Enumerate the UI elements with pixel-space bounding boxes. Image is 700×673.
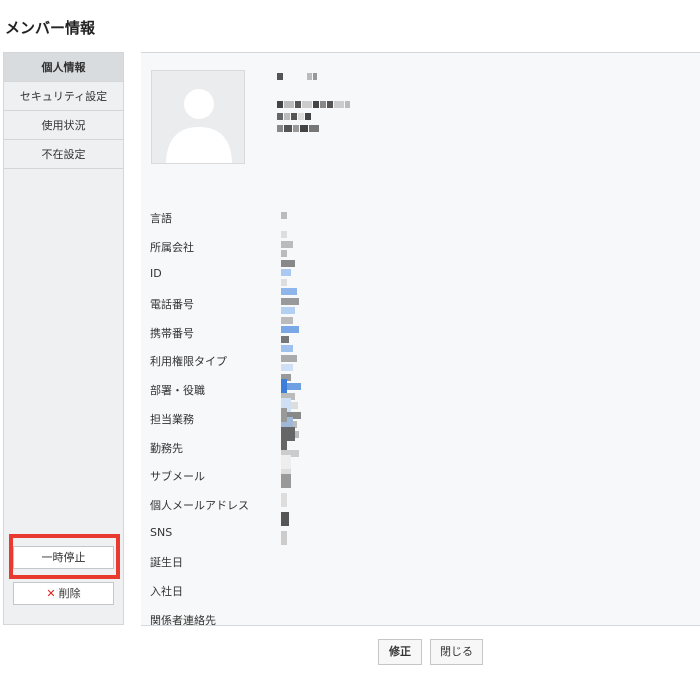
field-label: 担当業務 xyxy=(150,412,194,426)
close-icon: ✕ xyxy=(46,587,56,600)
field-label: 利用権限タイプ xyxy=(150,355,227,369)
sidebar-item-personal-info[interactable]: 個人情報 xyxy=(4,53,123,82)
sidebar-item-usage-status[interactable]: 使用状況 xyxy=(4,111,123,140)
field-label: ID xyxy=(150,267,162,281)
field-label: 入社日 xyxy=(150,584,183,598)
field-label: 誕生日 xyxy=(150,556,183,570)
field-label: 個人メールアドレス xyxy=(150,498,249,512)
pause-button[interactable]: 一時停止 xyxy=(13,546,114,569)
close-button[interactable]: 閉じる xyxy=(430,639,483,665)
field-label: 電話番号 xyxy=(150,298,194,312)
footer: 修正 閉じる xyxy=(141,625,700,673)
field-label: 所属会社 xyxy=(150,240,194,254)
sidebar-item-security-settings[interactable]: セキュリティ設定 xyxy=(4,82,123,111)
field-label: サブメール xyxy=(150,470,205,484)
user-silhouette-icon xyxy=(166,89,232,163)
redacted-value xyxy=(281,407,296,446)
field-label: 部署・役職 xyxy=(150,384,205,398)
page-title: メンバー情報 xyxy=(5,19,96,37)
delete-button[interactable]: ✕ 削除 xyxy=(13,582,114,605)
delete-button-label: 削除 xyxy=(58,587,81,600)
field-label: 勤務先 xyxy=(150,441,183,455)
field-label: 携帯番号 xyxy=(150,326,194,340)
redacted-name xyxy=(277,73,318,92)
redacted-value xyxy=(281,379,294,550)
sidebar-item-absence-settings[interactable]: 不在設定 xyxy=(4,140,123,169)
edit-button[interactable]: 修正 xyxy=(378,639,422,665)
field-label: SNS xyxy=(150,525,173,539)
profile-panel: 言語 所属会社 ID 電話番号 携帯番号 利用権限タイプ 部署・役職 担当業務 … xyxy=(141,52,700,627)
sidebar: 個人情報 セキュリティ設定 使用状況 不在設定 一時停止 ✕ 削除 xyxy=(3,52,124,625)
avatar xyxy=(151,70,245,164)
redacted-detail-2 xyxy=(277,125,320,144)
field-label: 言語 xyxy=(150,212,172,225)
